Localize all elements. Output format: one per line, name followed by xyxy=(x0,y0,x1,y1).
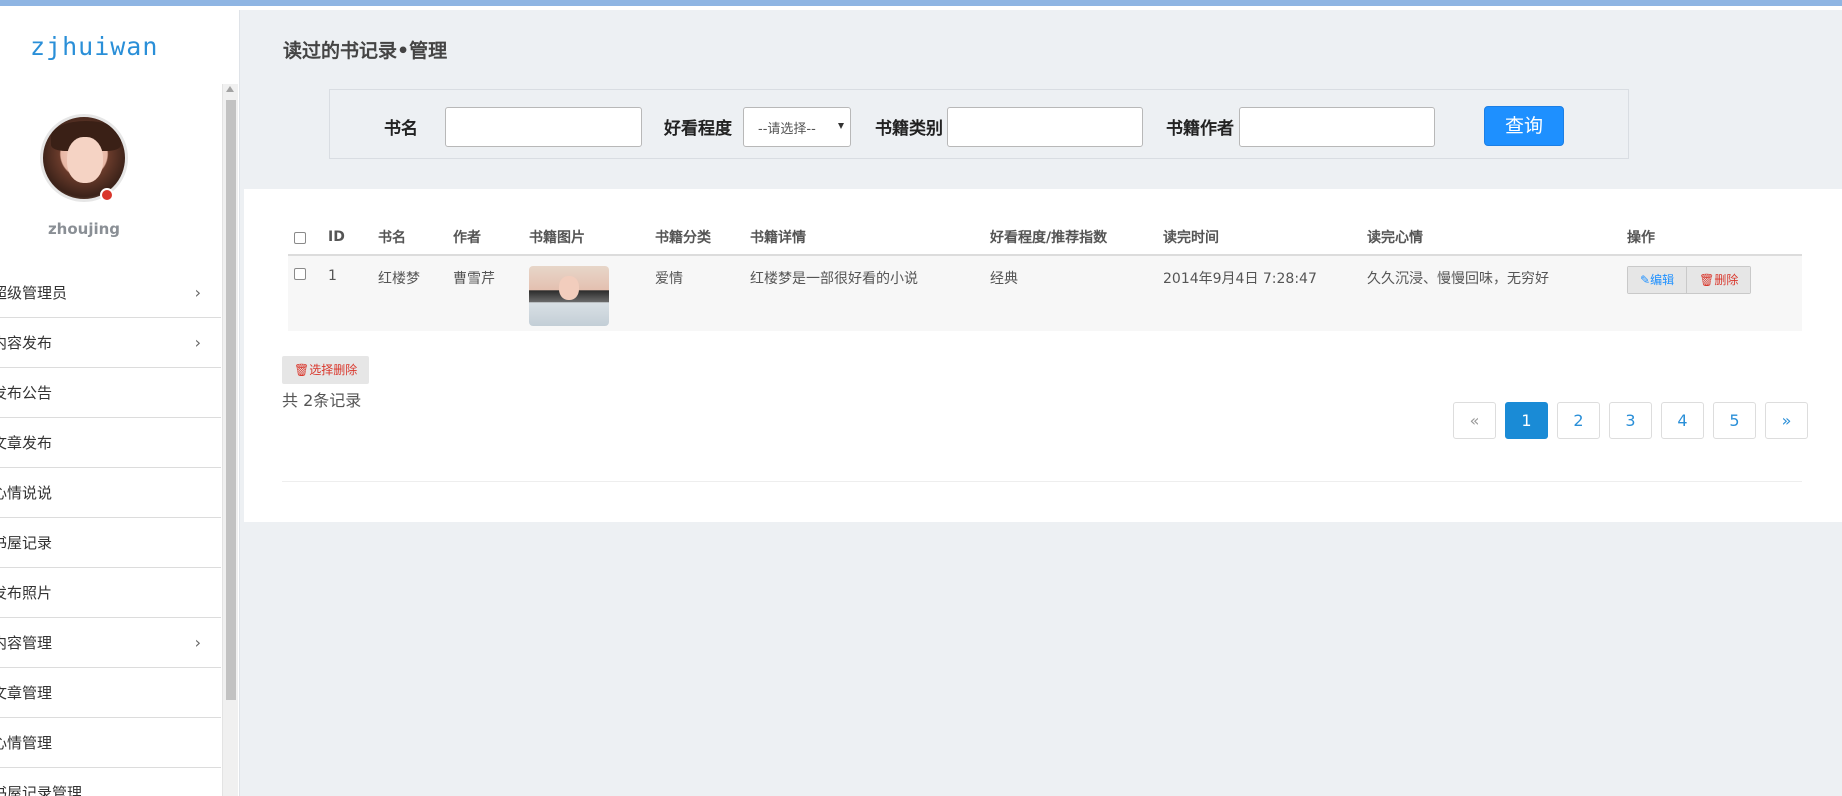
table-header-row: ID 书名 作者 书籍图片 书籍分类 书籍详情 好看程度/推荐指数 读完时间 读… xyxy=(288,219,1802,256)
cell-rating: 经典 xyxy=(984,255,1157,331)
header-image: 书籍图片 xyxy=(523,219,649,256)
page-button-2[interactable]: 2 xyxy=(1557,402,1600,439)
query-button[interactable]: 查询 xyxy=(1484,106,1564,146)
cell-id: 1 xyxy=(322,255,372,331)
book-cover-face xyxy=(559,276,579,300)
search-panel: 书名 好看程度 --请选择-- 书籍类别 书籍作者 查询 xyxy=(329,89,1629,159)
trash-icon: 🗑 xyxy=(1699,273,1715,287)
sidebar-item-content-manage[interactable]: 内容管理 › xyxy=(0,618,221,668)
avatar[interactable] xyxy=(40,114,128,202)
cell-mood: 久久沉浸、慢慢回味，无穷好 xyxy=(1361,255,1621,331)
header-category: 书籍分类 xyxy=(649,219,744,256)
author-input[interactable] xyxy=(1239,107,1435,147)
chevron-right-icon: › xyxy=(194,333,201,352)
category-input[interactable] xyxy=(947,107,1143,147)
sidebar-item-label: 心情说说 xyxy=(0,484,53,502)
header-author: 作者 xyxy=(447,219,523,256)
page-button-4[interactable]: 4 xyxy=(1661,402,1704,439)
sidebar-item-mood-manage[interactable]: 心情管理 xyxy=(0,718,221,768)
cell-finished-at: 2014年9月4日 7:28:47 xyxy=(1157,255,1361,331)
sidebar-item-label: 文章管理 xyxy=(0,684,53,702)
sidebar-item-label: 书屋记录 xyxy=(0,534,53,552)
cell-author: 曹雪芹 xyxy=(447,255,523,331)
sidebar-item-label: 心情管理 xyxy=(0,734,53,752)
edit-button[interactable]: ✎编辑 xyxy=(1628,267,1688,293)
avatar-face xyxy=(67,137,103,183)
online-status-icon xyxy=(100,188,114,202)
rating-select[interactable]: --请选择-- xyxy=(743,107,851,147)
rating-label: 好看程度 xyxy=(664,119,732,139)
cell-actions: ✎编辑 🗑删除 xyxy=(1621,255,1802,331)
page-button-5[interactable]: 5 xyxy=(1713,402,1756,439)
page-title: 读过的书记录•管理 xyxy=(283,40,448,62)
header-mood: 读完心情 xyxy=(1361,219,1621,256)
page-prev-button[interactable]: « xyxy=(1453,402,1496,439)
header-finished-at: 读完时间 xyxy=(1157,219,1361,256)
author-label: 书籍作者 xyxy=(1166,119,1234,139)
sidebar-item-mood[interactable]: 心情说说 xyxy=(0,468,221,518)
sidebar-item-label: 文章发布 xyxy=(0,434,53,452)
bulk-delete-button[interactable]: 🗑选择删除 xyxy=(282,356,370,384)
sidebar-item-publish-photo[interactable]: 发布照片 xyxy=(0,568,221,618)
header-actions: 操作 xyxy=(1621,219,1802,256)
book-name-label: 书名 xyxy=(384,119,418,139)
edit-icon: ✎ xyxy=(1640,273,1651,287)
sidebar-item-label: 内容发布 xyxy=(0,334,53,352)
top-accent-bar xyxy=(0,0,1842,10)
sidebar-item-label: 书屋记录管理 xyxy=(0,784,83,796)
sidebar: zjhuiwan zhoujing 超级管理员 › 内容发布 › 发布公告 文章发布… xyxy=(0,10,240,796)
content-panel: ID 书名 作者 书籍图片 书籍分类 书籍详情 好看程度/推荐指数 读完时间 读… xyxy=(244,189,1842,522)
cell-detail: 红楼梦是一部很好看的小说 xyxy=(744,255,984,331)
sidebar-item-label: 发布公告 xyxy=(0,384,53,402)
header-id: ID xyxy=(322,219,372,256)
trash-icon: 🗑 xyxy=(294,363,310,377)
book-name-input[interactable] xyxy=(445,107,642,147)
header-name: 书名 xyxy=(372,219,447,256)
total-count: 共 2条记录 xyxy=(282,391,362,410)
page-button-1[interactable]: 1 xyxy=(1505,402,1548,439)
header-select-all[interactable] xyxy=(288,219,322,256)
cell-name: 红楼梦 xyxy=(372,255,447,331)
bulk-delete-label: 选择删除 xyxy=(309,363,358,377)
table-row: 1 红楼梦 曹雪芹 爱情 红楼梦是一部很好看的小说 经典 2014年9月4日 7… xyxy=(288,255,1802,331)
row-action-group: ✎编辑 🗑删除 xyxy=(1627,266,1752,294)
page-button-3[interactable]: 3 xyxy=(1609,402,1652,439)
category-label: 书籍类别 xyxy=(875,119,943,139)
content-divider xyxy=(282,481,1802,482)
sidebar-item-book-record[interactable]: 书屋记录 xyxy=(0,518,221,568)
brand-logo[interactable]: zjhuiwan xyxy=(30,32,158,61)
pagination: « 1 2 3 4 5 » xyxy=(1453,402,1808,439)
row-checkbox[interactable] xyxy=(294,268,306,280)
delete-button-label: 删除 xyxy=(1714,273,1739,287)
delete-button[interactable]: 🗑删除 xyxy=(1687,267,1751,293)
edit-button-label: 编辑 xyxy=(1650,273,1675,287)
sidebar-item-super-admin[interactable]: 超级管理员 › xyxy=(0,268,221,318)
cell-image xyxy=(523,255,649,331)
sidebar-item-article-manage[interactable]: 文章管理 xyxy=(0,668,221,718)
header-rating: 好看程度/推荐指数 xyxy=(984,219,1157,256)
sidebar-item-publish-notice[interactable]: 发布公告 xyxy=(0,368,221,418)
book-cover-image[interactable] xyxy=(529,266,609,326)
book-record-table: ID 书名 作者 书籍图片 书籍分类 书籍详情 好看程度/推荐指数 读完时间 读… xyxy=(288,219,1802,331)
sidebar-scrollbar[interactable] xyxy=(222,84,238,796)
sidebar-item-publish-article[interactable]: 文章发布 xyxy=(0,418,221,468)
row-select-cell[interactable] xyxy=(288,255,322,331)
page-next-button[interactable]: » xyxy=(1765,402,1808,439)
chevron-right-icon: › xyxy=(194,283,201,302)
sidebar-item-book-record-manage[interactable]: 书屋记录管理 xyxy=(0,768,221,796)
sidebar-item-label: 超级管理员 xyxy=(0,284,68,302)
scroll-up-icon[interactable] xyxy=(226,86,234,92)
cell-category: 爱情 xyxy=(649,255,744,331)
sidebar-item-label: 内容管理 xyxy=(0,634,53,652)
sidebar-item-content-publish[interactable]: 内容发布 › xyxy=(0,318,221,368)
sidebar-item-label: 发布照片 xyxy=(0,584,53,602)
sidebar-menu: 超级管理员 › 内容发布 › 发布公告 文章发布 心情说说 书屋记录 发布照片 内容… xyxy=(0,268,221,796)
caret-down-icon xyxy=(838,123,844,129)
rating-select-value: --请选择-- xyxy=(758,122,816,137)
header-detail: 书籍详情 xyxy=(744,219,984,256)
username: zhoujing xyxy=(47,220,121,238)
select-all-checkbox[interactable] xyxy=(294,231,306,244)
scroll-thumb[interactable] xyxy=(226,100,236,700)
chevron-right-icon: › xyxy=(194,633,201,652)
